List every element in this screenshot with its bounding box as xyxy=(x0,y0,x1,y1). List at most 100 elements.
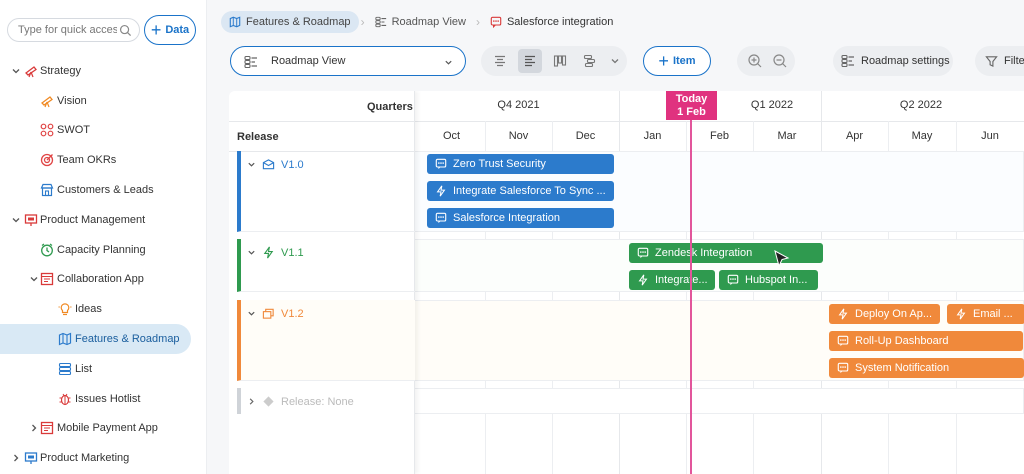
roadmap-item-label: Salesforce Integration xyxy=(453,212,561,224)
chat-icon xyxy=(637,247,649,259)
roadmap-settings-icon xyxy=(841,54,854,68)
board-view-button[interactable] xyxy=(548,49,572,73)
roadmap-item-roll-up-dashboard[interactable]: Roll-Up Dashboard xyxy=(829,331,1023,351)
breadcrumb: Features & Roadmap › Roadmap View › Sale… xyxy=(221,11,621,33)
release-v1-0[interactable]: V1.0 xyxy=(247,158,304,171)
chevron-down-icon xyxy=(248,162,255,167)
sidebar-item-list[interactable]: List xyxy=(0,354,207,384)
lightbulb-icon xyxy=(58,303,72,316)
month-header: May xyxy=(911,130,933,142)
swot-grid-icon xyxy=(40,123,54,137)
chevron-right-icon xyxy=(249,398,254,405)
timeline-view-button[interactable] xyxy=(578,49,602,73)
roadmap-item-deploy-on-app[interactable]: Deploy On Ap... xyxy=(829,304,940,324)
sidebar-item-label: Collaboration App xyxy=(57,273,144,285)
sidebar-item-mobile-payment-app[interactable]: Mobile Payment App xyxy=(0,413,207,443)
chevron-right-icon: › xyxy=(360,15,365,29)
kanban-icon xyxy=(553,55,567,67)
release-none[interactable]: Release: None xyxy=(247,395,354,408)
zoom-group xyxy=(737,46,795,76)
roadmap-item-label: Deploy On Ap... xyxy=(855,308,933,320)
release-v1-2[interactable]: V1.2 xyxy=(247,307,304,320)
month-header: Nov xyxy=(508,130,529,142)
breadcrumb-label: Roadmap View xyxy=(391,16,466,28)
roadmap-item-zendesk-integration[interactable]: Zendesk Integration xyxy=(629,243,823,263)
sidebar-item-customers-leads[interactable]: Customers & Leads xyxy=(0,175,207,205)
breadcrumb-roadmap-view[interactable]: Roadmap View xyxy=(367,11,474,33)
add-data-button[interactable]: + Data xyxy=(144,15,196,45)
clock-icon xyxy=(41,243,53,257)
chevron-down-icon xyxy=(248,311,255,316)
zoom-in-icon[interactable] xyxy=(747,53,763,69)
today-marker-badge: Today 1 Feb xyxy=(666,91,717,120)
bolt-icon xyxy=(263,246,274,259)
release-name: V1.2 xyxy=(281,307,304,320)
sidebar-item-label: Mobile Payment App xyxy=(57,422,158,434)
sidebar-item-capacity-planning[interactable]: Capacity Planning xyxy=(0,235,207,265)
search-icon xyxy=(119,24,132,37)
plus-icon: + xyxy=(658,51,669,71)
sidebar-item-collaboration-app[interactable]: Collaboration App xyxy=(0,264,207,294)
chevron-right-icon xyxy=(14,454,19,462)
chat-icon xyxy=(727,274,739,286)
roadmap-item-integrate-salesforce[interactable]: Integrate Salesforce To Sync ... xyxy=(427,181,614,201)
chat-icon xyxy=(837,335,849,347)
sidebar-item-vision[interactable]: Vision xyxy=(0,86,207,116)
sidebar-item-swot[interactable]: SWOT xyxy=(0,115,207,145)
toolbar: Roadmap View + Item Roadmap settings Fil… xyxy=(229,46,1024,78)
roadmap-settings-button[interactable]: Roadmap settings xyxy=(833,46,953,76)
roadmap-item-salesforce-integration[interactable]: Salesforce Integration xyxy=(427,208,614,228)
sidebar-item-label: SWOT xyxy=(57,124,90,136)
release-v1-1[interactable]: V1.1 xyxy=(247,246,304,259)
presentation-icon xyxy=(24,214,38,226)
sidebar-item-label: Issues Hotlist xyxy=(75,393,141,405)
sidebar-item-label: List xyxy=(75,363,93,375)
target-icon xyxy=(40,153,54,167)
roadmap-item-zero-trust-security[interactable]: Zero Trust Security xyxy=(427,154,614,174)
align-left-view-button[interactable] xyxy=(518,49,542,73)
chat-icon xyxy=(490,16,502,28)
roadmap-item-integrate[interactable]: Integrate... xyxy=(629,270,715,290)
sidebar-item-team-okrs[interactable]: Team OKRs xyxy=(0,145,207,175)
filter-label: Filter xyxy=(1004,55,1024,67)
today-marker-line xyxy=(690,117,692,474)
roadmap-view-icon xyxy=(374,16,386,28)
sidebar-item-product-management[interactable]: Product Management xyxy=(0,205,207,235)
filter-button[interactable]: Filter xyxy=(975,46,1024,76)
roadmap-item-label: Integrate Salesforce To Sync ... xyxy=(453,185,606,197)
breadcrumb-features-roadmap[interactable]: Features & Roadmap xyxy=(221,11,359,33)
app-window-icon xyxy=(40,421,54,435)
sidebar-item-features-roadmap[interactable]: Features & Roadmap xyxy=(0,324,191,354)
month-header: Dec xyxy=(575,130,596,142)
roadmap-item-system-notification[interactable]: System Notification xyxy=(829,358,1024,378)
add-item-button[interactable]: + Item xyxy=(643,46,711,76)
chat-icon xyxy=(837,362,849,374)
roadmap-item-hubspot-integration[interactable]: Hubspot In... xyxy=(719,270,818,290)
quarter-header: Q2 2022 xyxy=(899,99,943,111)
release-name: V1.0 xyxy=(281,158,304,171)
sidebar-item-label: Team OKRs xyxy=(57,154,117,166)
add-data-button-label: Data xyxy=(165,24,190,36)
telescope-icon xyxy=(25,66,37,78)
roadmap-item-label: Zendesk Integration xyxy=(655,247,753,259)
roadmap-item-email[interactable]: Email ... xyxy=(947,304,1024,324)
release-name: V1.1 xyxy=(281,246,304,259)
bolt-icon xyxy=(638,274,648,286)
add-item-button-label: Item xyxy=(672,55,696,67)
sidebar-item-product-marketing[interactable]: Product Marketing xyxy=(0,443,207,473)
view-mode-more-button[interactable] xyxy=(603,49,627,73)
sidebar-item-issues-hotlist[interactable]: Issues Hotlist xyxy=(0,384,207,414)
quarter-header: Q4 2021 xyxy=(497,99,540,111)
sidebar-item-strategy[interactable]: Strategy xyxy=(0,56,207,86)
sidebar-item-ideas[interactable]: Ideas xyxy=(0,294,207,324)
view-mode-group xyxy=(481,46,627,76)
chevron-down-icon xyxy=(611,59,619,64)
chat-icon xyxy=(435,212,447,224)
release-name: Release: None xyxy=(281,395,354,408)
breadcrumb-salesforce-integration[interactable]: Salesforce integration xyxy=(482,11,621,33)
zoom-out-icon[interactable] xyxy=(772,53,788,69)
roadmap-view-icon xyxy=(244,55,257,69)
view-select-dropdown[interactable]: Roadmap View xyxy=(230,46,466,76)
align-center-icon xyxy=(495,55,505,67)
align-center-view-button[interactable] xyxy=(488,49,512,73)
